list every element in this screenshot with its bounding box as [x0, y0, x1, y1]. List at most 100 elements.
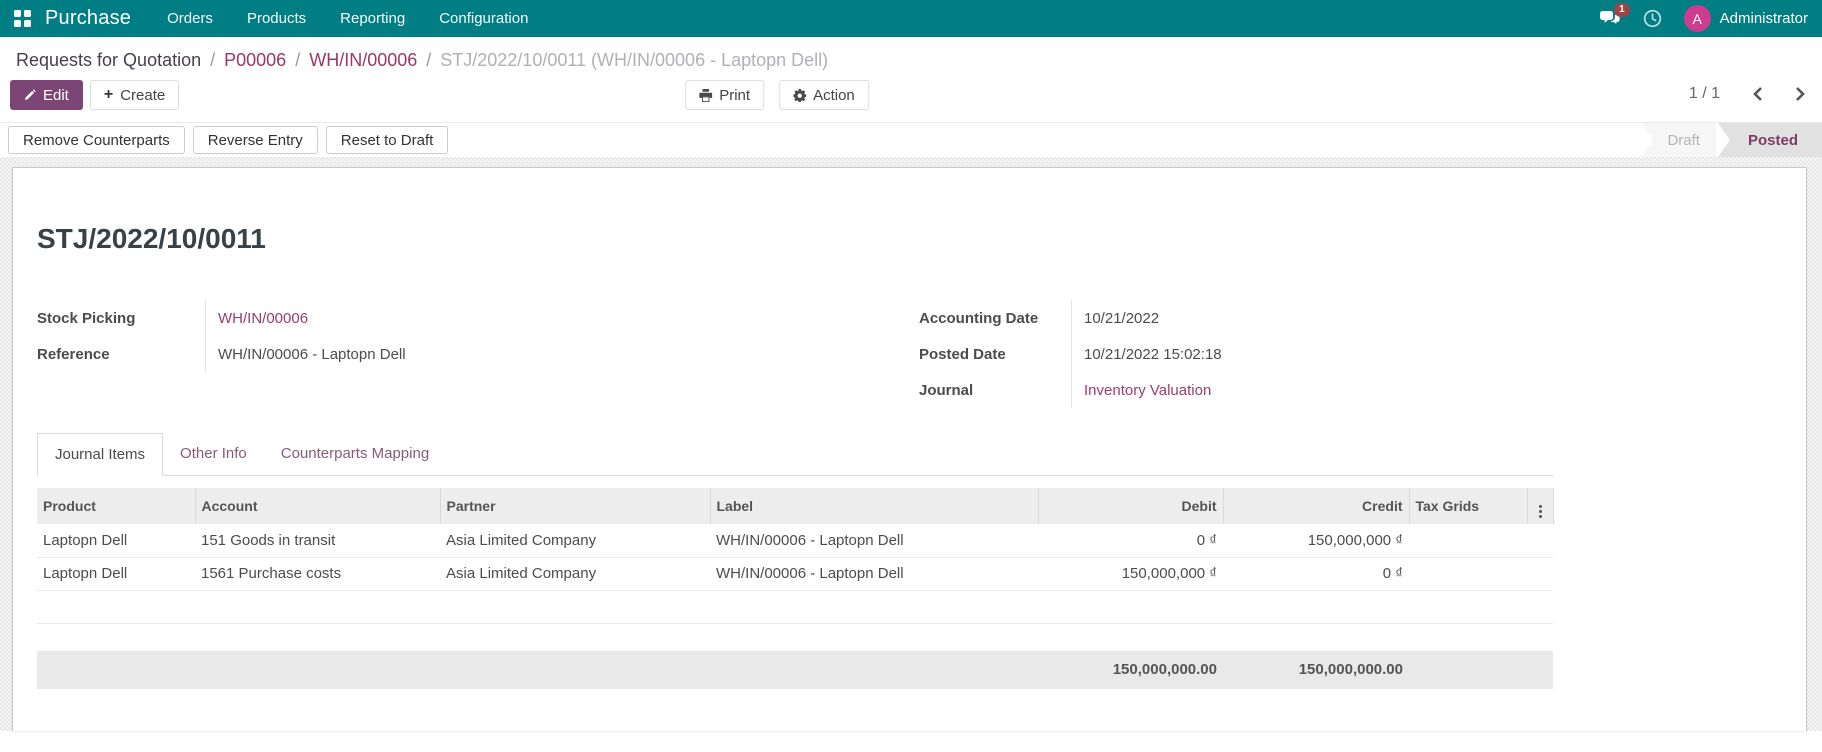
cell-label: WH/IN/00006 - Laptopn Dell — [710, 524, 1038, 558]
breadcrumb-p00006[interactable]: P00006 — [224, 50, 286, 71]
field-label: Journal — [919, 381, 974, 399]
field-stock-picking: Stock Picking WH/IN/00006 — [37, 300, 795, 336]
field-label: Reference — [37, 345, 110, 363]
app-name[interactable]: Purchase — [45, 7, 131, 30]
user-name: Administrator — [1719, 10, 1808, 27]
nav-item-products[interactable]: Products — [247, 10, 306, 27]
posted-date-value: 10/21/2022 15:02:18 — [1071, 336, 1553, 372]
kebab-dots-icon — [1534, 504, 1547, 518]
reference-value: WH/IN/00006 - Laptopn Dell — [205, 336, 795, 372]
remove-counterparts-button[interactable]: Remove Counterparts — [8, 126, 185, 154]
top-nav: Purchase Orders Products Reporting Confi… — [0, 0, 1822, 37]
breadcrumb-requests-for-quotation[interactable]: Requests for Quotation — [16, 50, 201, 71]
nav-item-reporting[interactable]: Reporting — [340, 10, 405, 27]
notebook-tabs: Journal Items Other Info Counterparts Ma… — [37, 432, 1553, 476]
cell-spacer — [1527, 524, 1553, 558]
cell-product: Laptopn Dell — [37, 557, 195, 591]
breadcrumb-separator: / — [295, 50, 301, 70]
pager-value: 1 / 1 — [1688, 85, 1720, 102]
nav-item-configuration[interactable]: Configuration — [439, 10, 528, 27]
empty-row — [37, 590, 1553, 624]
activities-button[interactable] — [1643, 9, 1662, 28]
table-row[interactable]: Laptopn Dell 1561 Purchase costs Asia Li… — [37, 557, 1553, 591]
breadcrumb-separator: / — [210, 50, 216, 70]
state-draft[interactable]: Draft — [1641, 123, 1716, 157]
pencil-icon — [24, 89, 36, 101]
stock-picking-link[interactable]: WH/IN/00006 — [218, 310, 308, 327]
column-header-debit[interactable]: Debit — [1038, 488, 1224, 524]
cell-tax-grids — [1409, 524, 1527, 558]
gear-icon — [793, 88, 807, 102]
column-header-tax-grids[interactable]: Tax Grids — [1409, 488, 1528, 524]
cell-credit: 150,000,000 ₫ — [1223, 524, 1409, 558]
column-header-product[interactable]: Product — [37, 488, 196, 524]
messages-button[interactable]: 1 — [1599, 3, 1630, 27]
journal-items-table: Product Account Partner Label Debit Cred… — [37, 488, 1554, 624]
tab-counterparts-mapping[interactable]: Counterparts Mapping — [264, 433, 446, 476]
create-button[interactable]: + Create — [89, 80, 180, 110]
cell-partner: Asia Limited Company — [440, 524, 710, 558]
field-label: Accounting Date — [919, 309, 1039, 327]
form-sheet: STJ/2022/10/0011 Stock Picking WH/IN/000… — [12, 167, 1807, 731]
table-row[interactable]: Laptopn Dell 151 Goods in transit Asia L… — [37, 524, 1553, 558]
avatar: A — [1683, 5, 1711, 32]
reverse-entry-button[interactable]: Reverse Entry — [192, 126, 318, 154]
state-posted[interactable]: Posted — [1717, 123, 1822, 157]
column-header-label[interactable]: Label — [710, 488, 1039, 524]
edit-button-label: Edit — [43, 86, 69, 104]
cell-tax-grids — [1409, 557, 1527, 591]
page-title: STJ/2022/10/0011 — [37, 223, 266, 254]
clock-icon — [1643, 9, 1662, 28]
cell-debit: 0 ₫ — [1038, 524, 1223, 558]
field-journal: Journal Inventory Valuation — [919, 372, 1553, 408]
action-button-label: Action — [813, 86, 855, 104]
create-button-label: Create — [120, 86, 166, 104]
chevron-left-icon[interactable] — [1748, 84, 1767, 104]
print-icon — [699, 88, 713, 102]
accounting-date-value: 10/21/2022 — [1071, 300, 1553, 336]
nav-item-orders[interactable]: Orders — [167, 10, 213, 27]
breadcrumb-current: STJ/2022/10/0011 (WH/IN/00006 - Laptopn … — [440, 50, 829, 70]
state-pipeline: Draft Posted — [1641, 123, 1822, 157]
field-posted-date: Posted Date 10/21/2022 15:02:18 — [919, 336, 1553, 372]
journal-link[interactable]: Inventory Valuation — [1084, 382, 1211, 399]
cell-partner: Asia Limited Company — [440, 557, 710, 591]
cell-label: WH/IN/00006 - Laptopn Dell — [710, 557, 1038, 591]
breadcrumb-wh-in-00006[interactable]: WH/IN/00006 — [309, 50, 417, 71]
cell-account: 151 Goods in transit — [195, 524, 440, 558]
field-reference: Reference WH/IN/00006 - Laptopn Dell — [37, 336, 795, 372]
pager: 1 / 1 — [1689, 84, 1810, 104]
print-button-label: Print — [719, 86, 751, 104]
action-button[interactable]: Action — [779, 80, 869, 110]
breadcrumb-separator: / — [426, 50, 432, 70]
total-credit: 150,000,000.00 — [1298, 660, 1403, 678]
plus-icon: + — [103, 86, 114, 103]
optional-columns-toggle[interactable] — [1527, 488, 1554, 524]
column-header-credit[interactable]: Credit — [1223, 488, 1410, 524]
nav-menu: Orders Products Reporting Configuration — [167, 10, 528, 27]
field-label: Stock Picking — [37, 309, 136, 327]
total-debit: 150,000,000.00 — [1112, 660, 1217, 678]
apps-grid-icon[interactable] — [14, 10, 31, 27]
print-button[interactable]: Print — [685, 80, 765, 110]
edit-button[interactable]: Edit — [10, 80, 83, 110]
tab-journal-items[interactable]: Journal Items — [37, 433, 164, 476]
user-menu[interactable]: A Administrator — [1683, 5, 1808, 32]
cell-spacer — [1527, 557, 1553, 591]
field-accounting-date: Accounting Date 10/21/2022 — [919, 300, 1553, 336]
chevron-right-icon[interactable] — [1791, 84, 1810, 104]
reset-to-draft-button[interactable]: Reset to Draft — [325, 126, 449, 154]
totals-row: 150,000,000.00 150,000,000.00 — [37, 650, 1553, 689]
column-header-account[interactable]: Account — [195, 488, 441, 524]
tab-other-info[interactable]: Other Info — [163, 433, 264, 476]
field-groups: Stock Picking WH/IN/00006 Reference WH/I… — [37, 300, 1553, 408]
form-background: STJ/2022/10/0011 Stock Picking WH/IN/000… — [0, 157, 1822, 731]
field-label: Posted Date — [919, 345, 1006, 363]
cell-credit: 0 ₫ — [1223, 557, 1409, 591]
cell-debit: 150,000,000 ₫ — [1038, 557, 1223, 591]
form-statusbar: Remove Counterparts Reverse Entry Reset … — [0, 122, 1822, 157]
column-header-partner[interactable]: Partner — [440, 488, 711, 524]
control-panel-buttons: Edit + Create Print Action 1 / 1 — [0, 75, 1822, 122]
message-count-badge: 1 — [1614, 3, 1630, 17]
table-header-row: Product Account Partner Label Debit Cred… — [37, 488, 1554, 524]
